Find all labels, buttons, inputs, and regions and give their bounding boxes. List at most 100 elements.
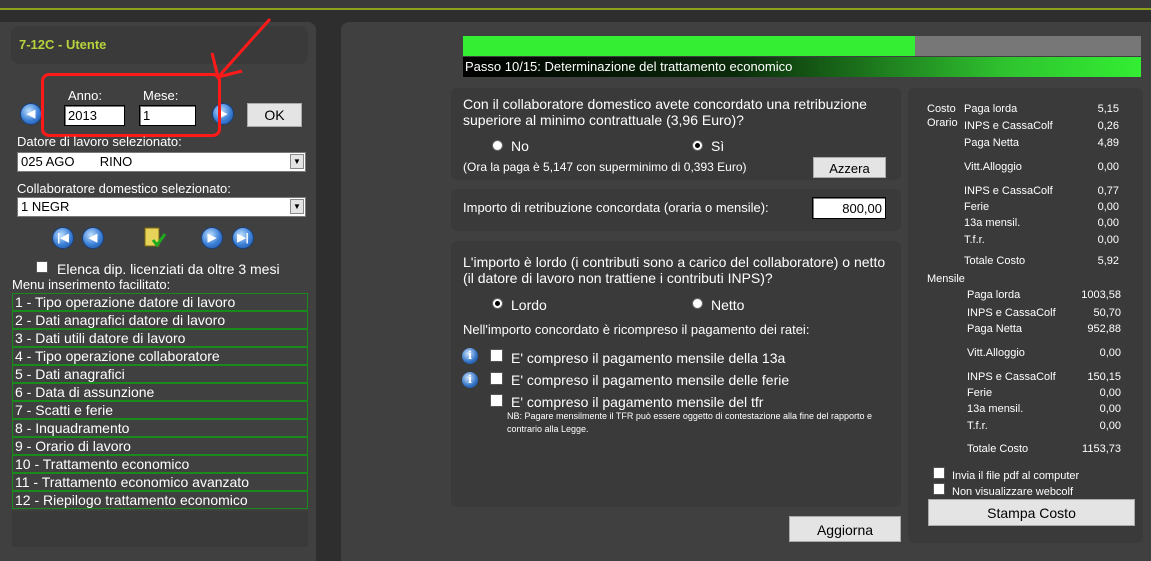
- cost-row-value: 0,00: [1099, 403, 1121, 415]
- cost-row-label: Totale Costo: [967, 443, 1029, 455]
- opt13-label: E' compreso il pagamento mensile della 1…: [511, 350, 786, 366]
- cost-row-value: 5,92: [1097, 255, 1119, 267]
- cost-row-value: 4,89: [1097, 137, 1119, 149]
- cost-row-value: 1003,58: [1081, 289, 1121, 301]
- menu-item[interactable]: 11 - Trattamento economico avanzato: [12, 473, 308, 491]
- chevron-down-icon[interactable]: ▼: [290, 199, 304, 214]
- cost-row-value: 0,26: [1097, 120, 1119, 132]
- cost-row-value: 0,00: [1099, 347, 1121, 359]
- prev-record-button[interactable]: ◀: [82, 227, 104, 249]
- cost-row-value: 0,00: [1099, 420, 1121, 432]
- progress-fill: [463, 36, 916, 56]
- last-record-button[interactable]: ▶|: [232, 227, 254, 249]
- no-webcolf-label: Non visualizzare webcolf: [952, 486, 1074, 498]
- hourly-label-1: Costo: [927, 103, 956, 115]
- cost-row-value: 952,88: [1087, 323, 1121, 335]
- included-title: Nell'importo concordato è ricompreso il …: [463, 322, 810, 337]
- reset-button[interactable]: Azzera: [813, 157, 886, 178]
- employer-select[interactable]: 025 AGO RINO ▼: [17, 152, 306, 172]
- opttfr-checkbox[interactable]: [490, 394, 503, 407]
- q2-text: L'importo è lordo (i contributi sono a c…: [463, 254, 886, 286]
- menu-item[interactable]: 1 - Tipo operazione datore di lavoro: [12, 293, 308, 311]
- progress-track: [463, 36, 1141, 56]
- print-cost-button[interactable]: Stampa Costo: [928, 499, 1135, 526]
- page-title: 7-12C - Utente: [19, 37, 107, 52]
- cost-row-label: INPS e CassaColf: [964, 185, 1053, 197]
- send-pdf-checkbox[interactable]: [933, 467, 945, 479]
- cost-row-label: INPS e CassaColf: [967, 371, 1056, 383]
- next-record-button[interactable]: ▶: [201, 227, 223, 249]
- cost-row-label: Totale Costo: [964, 255, 1026, 267]
- annotation-arrow-icon: [210, 18, 272, 79]
- cost-row-label: Ferie: [967, 387, 993, 399]
- gross-label: Lordo: [511, 297, 547, 313]
- employer-value: 025 AGO RINO: [21, 154, 133, 169]
- chevron-down-icon[interactable]: ▼: [290, 154, 304, 169]
- gross-radio[interactable]: [492, 298, 503, 309]
- q1-yes-label: Sì: [711, 138, 725, 154]
- send-pdf-label: Invia il file pdf al computer: [952, 470, 1080, 482]
- menu-footer: [12, 511, 308, 547]
- cost-row-label: 13a mensil.: [964, 217, 1021, 229]
- net-radio[interactable]: [692, 298, 703, 309]
- list-dismissed-label: Elenca dip. licenziati da oltre 3 mesi: [57, 261, 280, 277]
- first-record-button[interactable]: |◀: [52, 227, 74, 249]
- cost-row-value: 0,00: [1097, 161, 1119, 173]
- prev-month-button[interactable]: ◀: [20, 103, 42, 125]
- worker-select[interactable]: 1 NEGR ▼: [17, 197, 306, 217]
- menu-item[interactable]: 12 - Riepilogo trattamento economico: [12, 491, 308, 509]
- menu-item[interactable]: 2 - Dati anagrafici datore di lavoro: [12, 311, 308, 329]
- opt13-checkbox[interactable]: [490, 349, 503, 362]
- cost-row-value: 0,00: [1097, 234, 1119, 246]
- info-icon[interactable]: i: [462, 372, 478, 388]
- list-dismissed-checkbox[interactable]: [36, 261, 48, 273]
- menu-item[interactable]: 10 - Trattamento economico: [12, 455, 308, 473]
- menu-item[interactable]: 4 - Tipo operazione collaboratore: [12, 347, 308, 365]
- q1-text: Con il collaboratore domestico avete con…: [463, 96, 867, 128]
- hourly-label-2: Orario: [927, 117, 958, 129]
- cost-row-value: 0,00: [1097, 201, 1119, 213]
- menu-item[interactable]: 6 - Data di assunzione: [12, 383, 308, 401]
- menu-title: Menu inserimento facilitato:: [12, 277, 171, 292]
- info-icon[interactable]: i: [462, 348, 478, 364]
- optferie-label: E' compreso il pagamento mensile delle f…: [511, 372, 790, 388]
- amount-label: Importo di retribuzione concordata (orar…: [463, 200, 769, 215]
- annotation-box: [41, 73, 221, 137]
- cost-row-label: 13a mensil.: [967, 403, 1024, 415]
- cost-row-value: 150,15: [1087, 371, 1121, 383]
- cost-row-value: 5,15: [1097, 103, 1119, 115]
- opttfr-label: E' compreso il pagamento mensile del tfr: [511, 394, 764, 410]
- update-button[interactable]: Aggiorna: [789, 516, 901, 542]
- q1-note: (Ora la paga è 5,147 con superminimo di …: [463, 160, 747, 174]
- cost-row-label: Paga Netta: [967, 323, 1023, 335]
- q1-no-label: No: [511, 138, 529, 154]
- menu-item[interactable]: 8 - Inquadramento: [12, 419, 308, 437]
- cost-row-label: Vitt.Alloggio: [964, 161, 1022, 173]
- tfr-note: NB: Pagare mensilmente il TFR può essere…: [507, 411, 873, 434]
- top-bar: [0, 0, 1151, 10]
- monthly-label: Mensile: [927, 273, 965, 285]
- menu-item[interactable]: 5 - Dati anagrafici: [12, 365, 308, 383]
- cost-row-label: Paga lorda: [967, 289, 1021, 301]
- cost-row-label: Paga lorda: [964, 103, 1018, 115]
- q1-yes-radio[interactable]: [692, 140, 703, 151]
- confirm-document-icon[interactable]: [143, 226, 167, 250]
- no-webcolf-checkbox[interactable]: [933, 483, 945, 495]
- cost-row-label: T.f.r.: [967, 420, 988, 432]
- cost-row-label: INPS e CassaColf: [964, 120, 1053, 132]
- ok-button[interactable]: OK: [247, 103, 302, 127]
- menu-item[interactable]: 7 - Scatti e ferie: [12, 401, 308, 419]
- amount-input[interactable]: [812, 197, 886, 219]
- net-label: Netto: [711, 297, 745, 313]
- step-label: Passo 10/15: Determinazione del trattame…: [463, 57, 1141, 77]
- worker-value: 1 NEGR: [21, 199, 70, 214]
- menu-item[interactable]: 9 - Orario di lavoro: [12, 437, 308, 455]
- worker-label: Collaboratore domestico selezionato:: [17, 181, 231, 196]
- menu-item[interactable]: 3 - Dati utili datore di lavoro: [12, 329, 308, 347]
- cost-row-value: 50,70: [1093, 307, 1121, 319]
- optferie-checkbox[interactable]: [490, 372, 503, 385]
- cost-row-label: T.f.r.: [964, 234, 985, 246]
- employer-label: Datore di lavoro selezionato:: [17, 134, 182, 149]
- q1-no-radio[interactable]: [492, 140, 503, 151]
- cost-row-label: Paga Netta: [964, 137, 1020, 149]
